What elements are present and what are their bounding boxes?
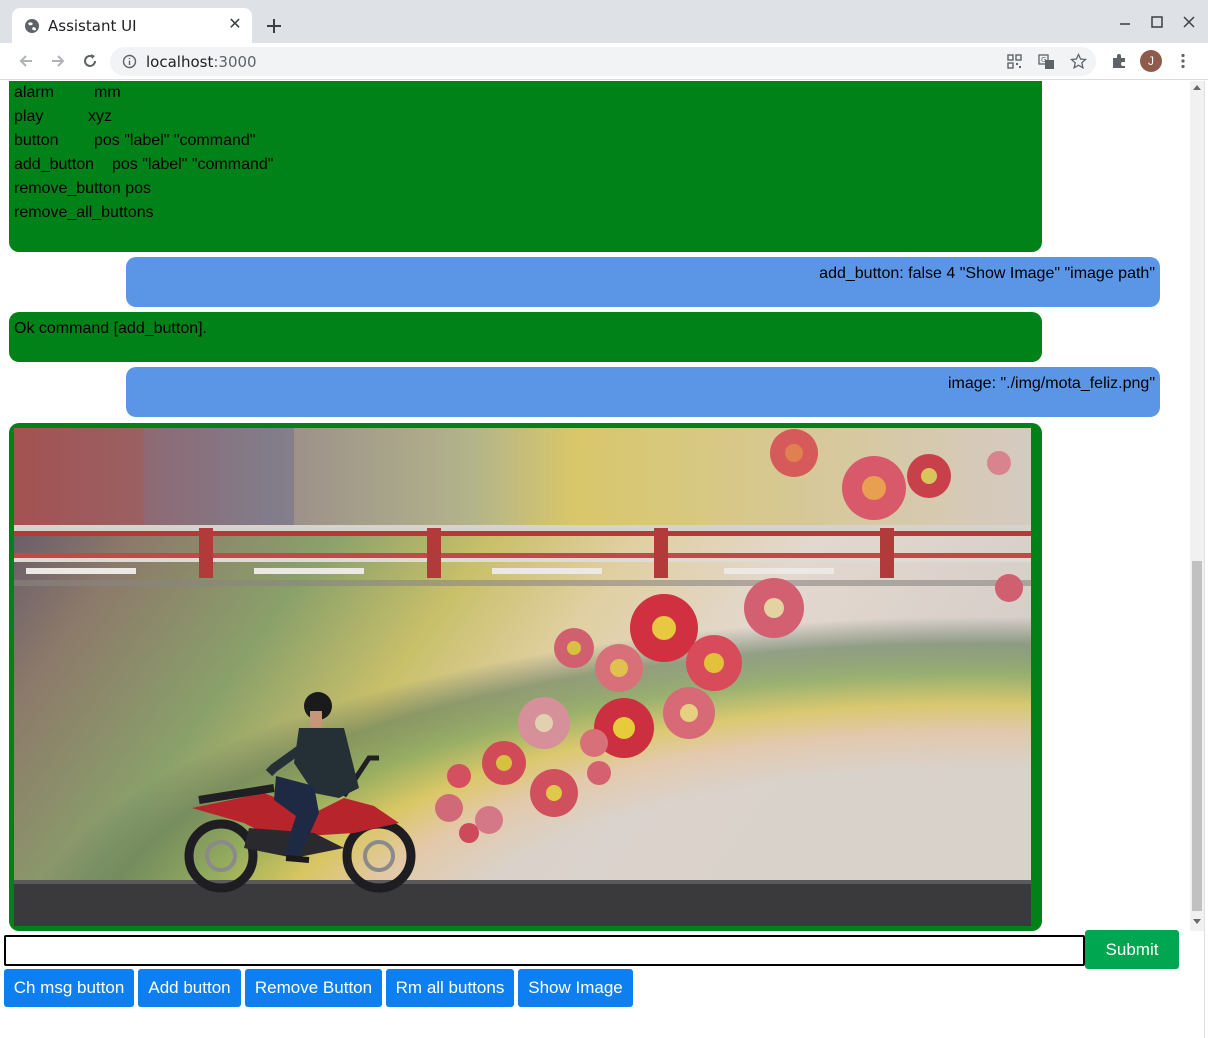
bookmark-star-icon[interactable] [1070,53,1087,70]
close-tab-icon[interactable]: ✕ [226,16,244,34]
help-row: play xyz [14,108,112,125]
extensions-puzzle-icon[interactable] [1110,52,1128,70]
profile-avatar[interactable]: J [1140,50,1162,72]
address-bar[interactable]: localhost:3000 G [110,47,1096,76]
help-row: add_button pos "label" "command" [14,156,274,173]
more-menu-icon[interactable] [1174,52,1192,70]
remove-button[interactable]: Remove Button [245,969,382,1007]
maximize-icon[interactable] [1147,12,1167,32]
rm-all-buttons-button[interactable]: Rm all buttons [386,969,514,1007]
show-image-button[interactable]: Show Image [518,969,633,1007]
ch-msg-button[interactable]: Ch msg button [4,969,134,1007]
user-message: image: "./img/mota_feliz.png" [126,367,1160,417]
close-window-icon[interactable] [1179,12,1199,32]
reload-icon[interactable] [80,51,100,71]
scroll-up-arrow-icon[interactable] [1193,85,1201,90]
message-input[interactable] [4,935,1085,966]
bot-image-message [9,423,1042,931]
vertical-scrollbar[interactable] [1190,81,1204,931]
new-tab-icon[interactable] [262,14,286,38]
motorbike-photo [14,428,1031,926]
qr-code-icon[interactable] [1006,53,1023,70]
help-row: button pos "label" "command" [14,132,256,149]
add-button[interactable]: Add button [138,969,241,1007]
url-text: localhost:3000 [146,53,257,71]
info-icon[interactable] [122,54,137,69]
back-arrow-icon[interactable] [16,51,36,71]
scroll-down-arrow-icon[interactable] [1193,919,1201,924]
scrollbar-thumb[interactable] [1192,561,1202,911]
translate-icon[interactable]: G [1038,53,1055,70]
bot-message: Ok command [add_button]. [9,312,1042,362]
help-row: remove_all_buttons [14,204,154,221]
page-viewport: alarm mm play xyz button pos "label" "comma… [0,81,1208,1038]
bot-message-help: alarm mm play xyz button pos "label" "comma… [9,81,1042,252]
globe-icon [25,19,39,33]
forward-arrow-icon[interactable] [48,51,68,71]
submit-button[interactable]: Submit [1085,930,1179,969]
window-edge [1204,81,1208,1038]
browser-tab[interactable]: Assistant UI ✕ [12,8,252,43]
help-row: alarm mm [14,84,121,101]
tab-title: Assistant UI [48,17,137,35]
minimize-icon[interactable] [1115,12,1135,32]
svg-text:G: G [1041,56,1046,64]
user-message: add_button: false 4 "Show Image" "image … [126,257,1160,307]
browser-titlebar: Assistant UI ✕ [0,0,1208,43]
browser-toolbar: localhost:3000 G J [0,43,1208,80]
help-row: remove_button pos [14,180,151,197]
